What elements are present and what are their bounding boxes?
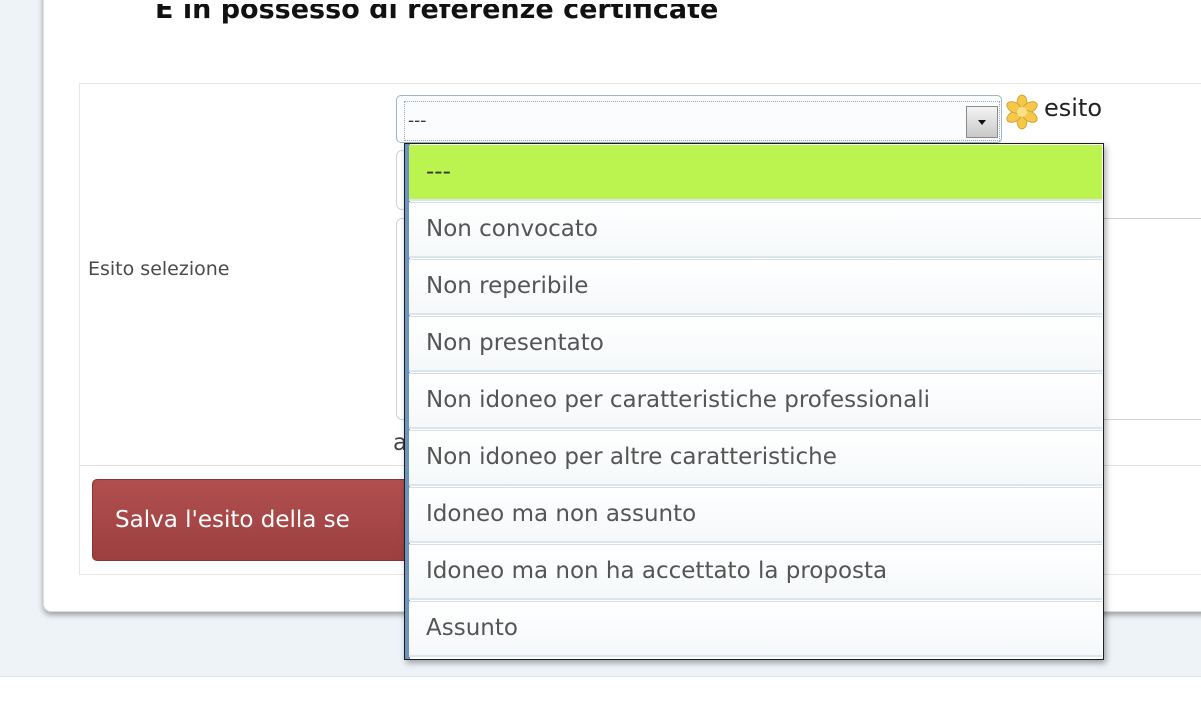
option-non-convocato[interactable]: Non convocato [409,202,1102,258]
select-focus-ring [404,101,1000,141]
option-empty[interactable]: --- [409,145,1102,201]
chevron-down-icon [978,120,986,125]
field-name-label: esito [1044,94,1103,122]
esito-selezione-label: Esito selezione [88,258,230,280]
select-current-value: --- [408,111,427,131]
hidden-textarea-right [1100,218,1201,420]
option-non-reperibile[interactable]: Non reperibile [409,259,1102,315]
section-heading: E in possesso di referenze certificate [155,4,719,25]
select-dropdown-list: --- Non convocato Non reperibile Non pre… [404,143,1104,660]
option-non-presentato[interactable]: Non presentato [409,316,1102,372]
save-button[interactable]: Salva l'esito della se [92,479,452,561]
option-non-idoneo-altre[interactable]: Non idoneo per altre caratteristiche [409,430,1102,486]
option-idoneo-non-accettato[interactable]: Idoneo ma non ha accettato la proposta [409,544,1102,600]
page-footer [0,676,1201,703]
option-idoneo-non-assunto[interactable]: Idoneo ma non assunto [409,487,1102,543]
option-assunto[interactable]: Assunto [409,601,1102,657]
asterisk-icon [1006,94,1038,130]
option-non-idoneo-professionali[interactable]: Non idoneo per caratteristiche professio… [409,373,1102,429]
select-dropdown-button[interactable] [966,106,998,138]
